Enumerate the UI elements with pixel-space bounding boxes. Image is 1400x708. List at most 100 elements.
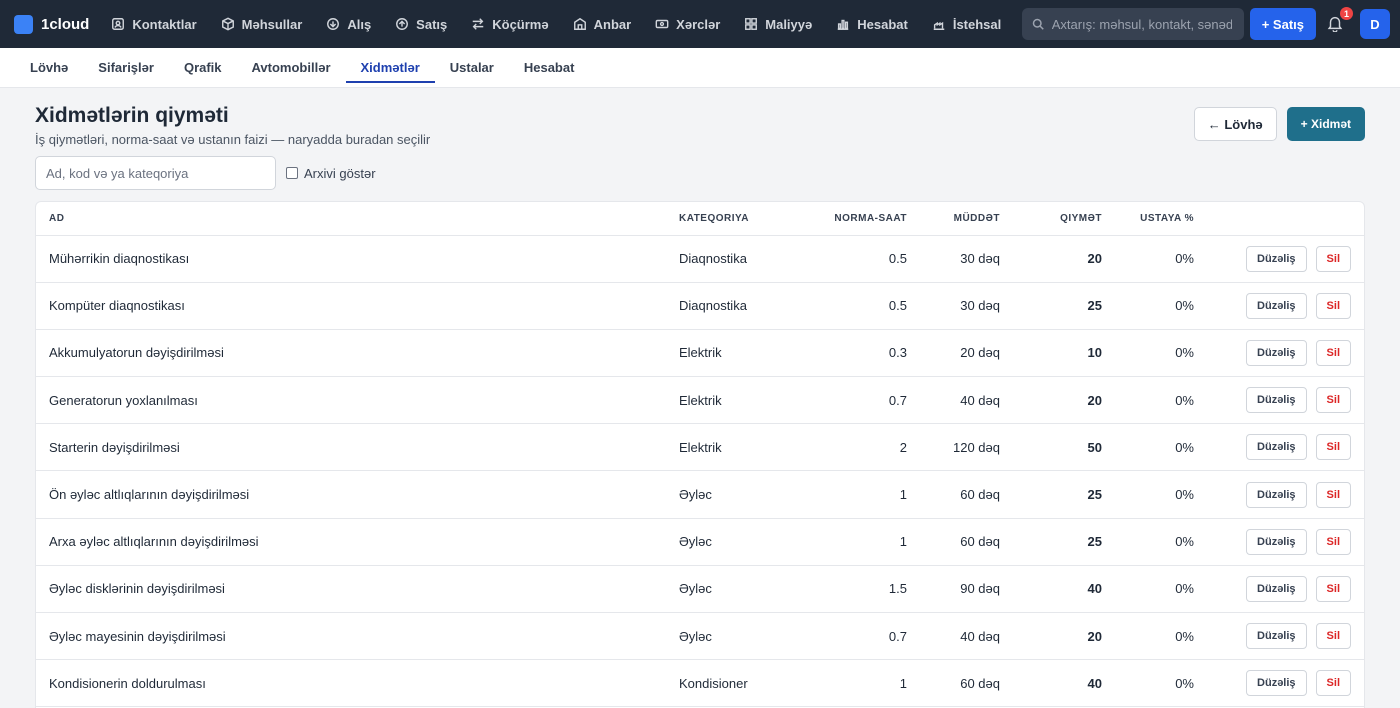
tab-3[interactable]: Avtomobillər: [237, 48, 346, 87]
global-search[interactable]: [1021, 8, 1244, 40]
master-pct-cell: 0%: [1102, 518, 1194, 566]
service-name-cell: Arxa əyləc altlıqlarının dəyişdirilməsi: [36, 518, 679, 566]
edit-button[interactable]: Düzəliş: [1246, 387, 1307, 414]
add-service-button[interactable]: + Xidmət: [1286, 107, 1365, 141]
price-cell: 20: [1000, 376, 1102, 425]
nav-item-sale[interactable]: Satış: [383, 0, 459, 48]
price-cell: 50: [1000, 423, 1102, 472]
tab-6[interactable]: Hesabat: [509, 48, 590, 87]
nav-item-label: Alış: [347, 16, 372, 32]
nav-item-finance[interactable]: Maliyyə: [732, 0, 824, 48]
delete-button[interactable]: Sil: [1315, 245, 1351, 272]
tab-2[interactable]: Qrafik: [169, 48, 237, 87]
category-cell: Əyləc: [679, 612, 799, 661]
category-cell: Diaqnostika: [679, 235, 799, 283]
edit-button[interactable]: Düzəliş: [1246, 575, 1307, 602]
edit-button[interactable]: Düzəliş: [1246, 670, 1307, 697]
brand-logo[interactable]: 1cloud: [14, 14, 90, 34]
finance-icon: [745, 18, 758, 30]
duration-cell: 60 dəq: [907, 518, 1000, 566]
nav-item-purchase[interactable]: Alış: [314, 0, 383, 48]
sale-icon: [396, 18, 409, 30]
global-search-input[interactable]: [1051, 16, 1232, 32]
delete-button[interactable]: Sil: [1315, 575, 1351, 602]
row-actions: Düzəliş Sil: [1194, 659, 1364, 708]
master-pct-cell: 0%: [1102, 659, 1194, 708]
category-cell: Elektrik: [679, 376, 799, 425]
table-row: Əyləc mayesinin dəyişdirilməsi Əyləc 0.7 40…: [36, 612, 1364, 661]
page-header: Xidmətlərin qiyməti İş qiymətləri, norma…: [35, 104, 430, 147]
new-sale-button[interactable]: + Satış: [1249, 8, 1316, 40]
nav-item-production[interactable]: İstehsal: [920, 0, 1013, 48]
row-actions: Düzəliş Sil: [1194, 376, 1364, 425]
row-actions: Düzəliş Sil: [1194, 423, 1364, 472]
norm-hour-cell: 1.5: [799, 565, 907, 614]
row-actions: Düzəliş Sil: [1194, 612, 1364, 661]
category-cell: Elektrik: [679, 423, 799, 472]
tab-4[interactable]: Xidmətlər: [345, 48, 436, 87]
master-pct-cell: 0%: [1102, 282, 1194, 330]
delete-button[interactable]: Sil: [1315, 528, 1351, 555]
nav-item-contacts[interactable]: Kontaktlar: [99, 0, 208, 48]
nav-item-warehouse[interactable]: Anbar: [561, 0, 644, 48]
delete-button[interactable]: Sil: [1315, 339, 1351, 366]
delete-button[interactable]: Sil: [1315, 670, 1351, 697]
edit-button[interactable]: Düzəliş: [1246, 481, 1307, 508]
edit-button[interactable]: Düzəliş: [1246, 339, 1307, 366]
delete-button[interactable]: Sil: [1315, 481, 1351, 508]
service-name-cell: Kondisionerin doldurulması: [36, 659, 679, 708]
notification-badge: 1: [1340, 7, 1353, 20]
col-header-master-pct[interactable]: Ustaya %: [1102, 202, 1194, 236]
service-name-cell: Generatorun yoxlanılması: [36, 376, 679, 425]
service-filter-input[interactable]: [35, 156, 276, 190]
price-cell: 40: [1000, 565, 1102, 614]
duration-cell: 120 dəq: [907, 423, 1000, 472]
delete-button[interactable]: Sil: [1315, 623, 1351, 650]
archive-label: Arxivi göstər: [304, 165, 376, 181]
cloud-logo-icon: [14, 14, 33, 34]
main-nav: Kontaktlar Məhsullar Alış Satış Köçürmə Anbar…: [99, 0, 1013, 48]
service-name-cell: Akkumulyatorun dəyişdirilməsi: [36, 329, 679, 378]
row-actions: Düzəliş Sil: [1194, 470, 1364, 519]
show-archive-toggle[interactable]: Arxivi göstər: [286, 166, 376, 181]
nav-item-report[interactable]: Hesabat: [824, 0, 920, 48]
brand-name: 1cloud: [41, 15, 90, 33]
col-header-duration[interactable]: Müddət: [907, 202, 1000, 236]
edit-button[interactable]: Düzəliş: [1246, 245, 1307, 272]
nav-item-label: Maliyyə: [765, 16, 813, 32]
col-header-norm-hour[interactable]: Norma-saat: [799, 202, 907, 236]
user-avatar[interactable]: D: [1360, 9, 1390, 39]
price-cell: 25: [1000, 282, 1102, 330]
notifications-button[interactable]: 1: [1326, 7, 1353, 34]
col-header-name[interactable]: Ad: [36, 202, 679, 236]
service-name-cell: Mühərrikin diaqnostikası: [36, 235, 679, 283]
norm-hour-cell: 1: [799, 659, 907, 708]
tab-5[interactable]: Ustalar: [435, 48, 509, 87]
nav-item-expenses[interactable]: Xərclər: [643, 0, 732, 48]
col-header-actions: [1194, 202, 1364, 236]
delete-button[interactable]: Sil: [1315, 387, 1351, 414]
table-row: Əyləc disklərinin dəyişdirilməsi Əyləc 1.5…: [36, 565, 1364, 614]
duration-cell: 30 dəq: [907, 282, 1000, 330]
edit-button[interactable]: Düzəliş: [1246, 434, 1307, 461]
delete-button[interactable]: Sil: [1315, 434, 1351, 461]
table-row: Kondisionerin doldurulması Kondisioner 1 60…: [36, 659, 1364, 708]
edit-button[interactable]: Düzəliş: [1246, 623, 1307, 650]
edit-button[interactable]: Düzəliş: [1246, 292, 1307, 319]
delete-button[interactable]: Sil: [1315, 292, 1351, 319]
master-pct-cell: 0%: [1102, 612, 1194, 661]
header-actions: ← Lövhə + Xidmət: [1193, 107, 1365, 141]
tab-0[interactable]: Lövhə: [15, 48, 83, 87]
col-header-price[interactable]: Qiymət: [1000, 202, 1102, 236]
price-cell: 20: [1000, 612, 1102, 661]
nav-item-transfer[interactable]: Köçürmə: [459, 0, 560, 48]
edit-button[interactable]: Düzəliş: [1246, 528, 1307, 555]
archive-checkbox[interactable]: [286, 167, 298, 179]
nav-item-box[interactable]: Məhsullar: [209, 0, 315, 48]
col-header-category[interactable]: Kateqoriya: [679, 202, 799, 236]
topbar-right: + Satış 1 D: [1013, 0, 1390, 48]
tab-1[interactable]: Sifarişlər: [83, 48, 169, 87]
back-to-board-button[interactable]: ← Lövhə: [1193, 107, 1277, 141]
table-row: Mühərrikin diaqnostikası Diaqnostika 0.5 30…: [36, 235, 1364, 283]
row-actions: Düzəliş Sil: [1194, 518, 1364, 566]
